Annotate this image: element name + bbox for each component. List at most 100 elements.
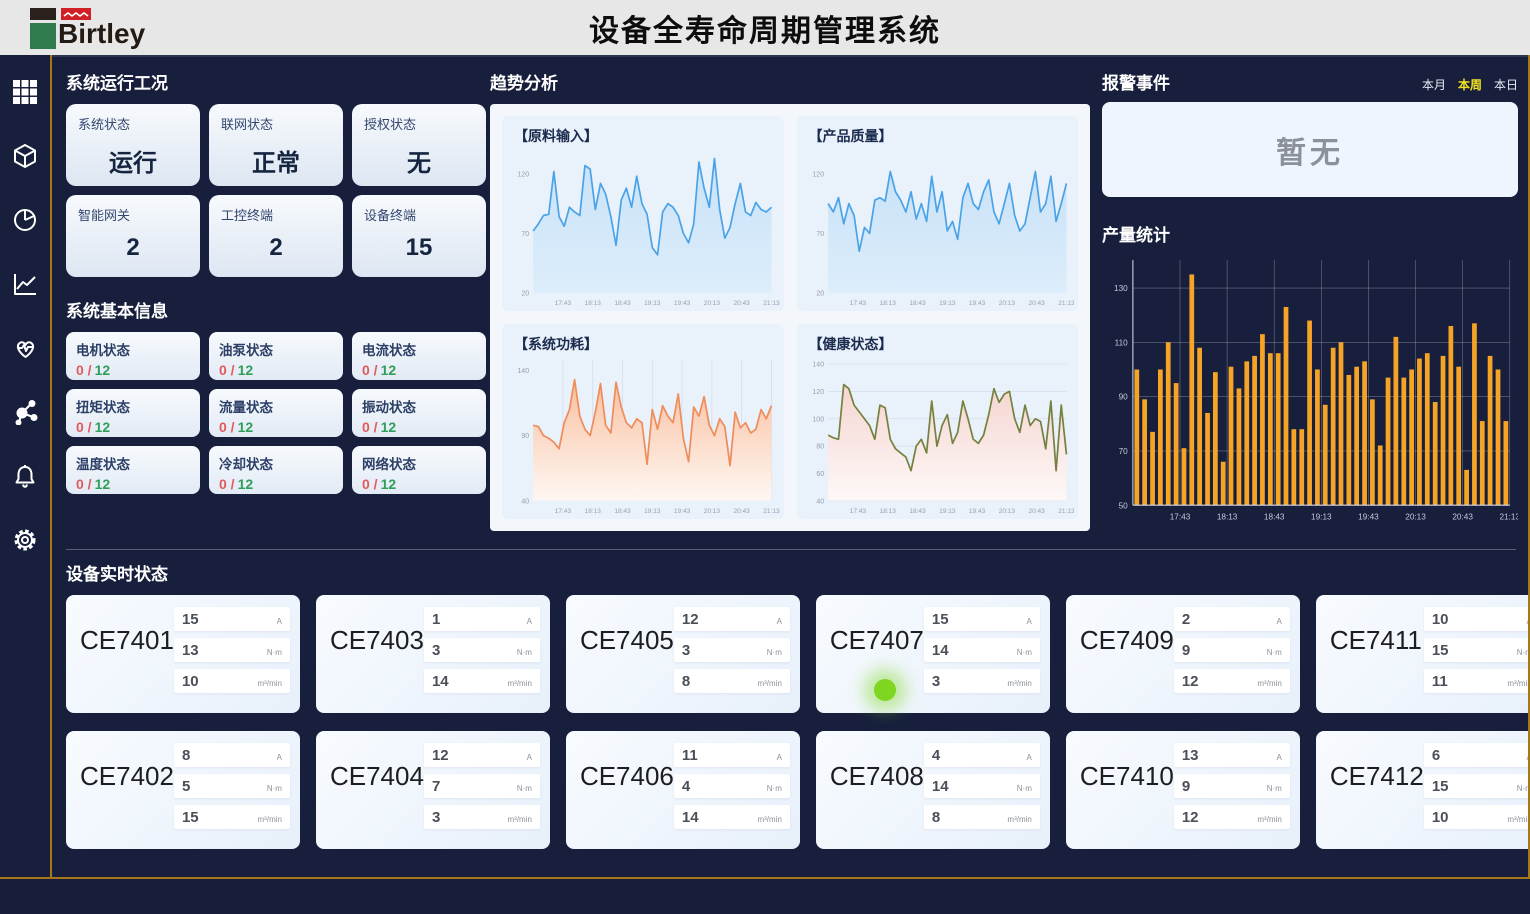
info-card-count: 0 /12 — [362, 362, 476, 378]
svg-text:120: 120 — [517, 171, 529, 178]
device-card[interactable]: CE7404 12A 7N·m 3m³/min — [316, 731, 550, 849]
sidebar-item-alarms[interactable] — [10, 461, 40, 491]
health-line-chart: 40608010012014017:4318:1318:4319:1319:43… — [801, 354, 1075, 517]
svg-text:17:43: 17:43 — [849, 300, 866, 307]
metric-value: 12 — [682, 611, 699, 628]
device-card[interactable]: CE7401 15A 13N·m 10m³/min — [66, 595, 300, 713]
info-count-total: 12 — [238, 419, 254, 435]
svg-text:20:43: 20:43 — [1452, 513, 1473, 522]
alarm-tab[interactable]: 本月 — [1422, 76, 1446, 93]
device-metric-row: 8m³/min — [674, 669, 790, 693]
info-count-total: 12 — [95, 362, 111, 378]
metric-value: 3 — [682, 642, 690, 659]
info-count-total: 12 — [381, 419, 397, 435]
device-card[interactable]: CE7412 6A 15N·m 10m³/min — [1316, 731, 1530, 849]
svg-text:20: 20 — [816, 290, 824, 297]
svg-text:20:13: 20:13 — [1405, 513, 1426, 522]
status-card-value: 15 — [364, 234, 474, 262]
device-card[interactable]: CE7408 4A 14N·m 8m³/min — [816, 731, 1050, 849]
info-card-label: 电机状态 — [76, 339, 190, 359]
product-quality-line-chart: 207012017:4318:1318:4319:1319:4320:1320:… — [801, 146, 1075, 309]
device-metric-row: 4N·m — [674, 774, 790, 798]
svg-text:20:13: 20:13 — [704, 508, 721, 515]
info-card-label: 振动状态 — [362, 396, 476, 416]
svg-text:19:13: 19:13 — [1311, 513, 1332, 522]
sidebar-item-trends[interactable] — [10, 269, 40, 299]
device-card[interactable]: CE7409 2A 9N·m 12m³/min — [1066, 595, 1300, 713]
device-name: CE7403 — [330, 625, 424, 703]
device-metric-row: 9N·m — [1174, 774, 1290, 798]
brand-logo: Birtley — [30, 5, 210, 51]
sidebar-item-health[interactable] — [10, 333, 40, 363]
metric-unit: A — [527, 617, 532, 626]
sidebar-item-statistics[interactable] — [10, 205, 40, 235]
info-count-current: 0 / — [76, 362, 92, 378]
status-card-label: 联网状态 — [221, 114, 331, 133]
info-card-label: 温度状态 — [76, 453, 190, 473]
info-card: 电机状态 0 /12 — [66, 332, 200, 380]
svg-text:50: 50 — [1119, 501, 1129, 510]
svg-text:20:13: 20:13 — [704, 300, 721, 307]
svg-text:100: 100 — [812, 416, 824, 423]
svg-text:18:13: 18:13 — [585, 508, 602, 515]
sidebar-item-settings[interactable] — [10, 525, 40, 555]
device-name: CE7402 — [80, 761, 174, 839]
device-card[interactable]: CE7405 12A 3N·m 8m³/min — [566, 595, 800, 713]
metric-unit: A — [1027, 753, 1032, 762]
info-card-label: 冷却状态 — [219, 453, 333, 473]
cube-icon — [12, 143, 38, 169]
info-count-total: 12 — [95, 419, 111, 435]
device-card[interactable]: CE7411 10A 15N·m 11m³/min — [1316, 595, 1530, 713]
gear-icon — [12, 527, 38, 553]
device-metric-row: 15A — [924, 607, 1040, 631]
svg-text:40: 40 — [521, 498, 529, 505]
metric-value: 13 — [1182, 747, 1199, 764]
section-alarms: 报警事件 本月 本周 本日 暂无 产量统计 50709011013017:431… — [1102, 69, 1518, 526]
device-card[interactable]: CE7406 11A 4N·m 14m³/min — [566, 731, 800, 849]
device-metric-row: 11A — [674, 743, 790, 767]
device-card[interactable]: CE7407 15A 14N·m 3m³/min — [816, 595, 1050, 713]
metric-value: 14 — [682, 809, 699, 826]
svg-text:18:43: 18:43 — [1264, 513, 1285, 522]
metric-unit: N·m — [517, 648, 532, 657]
device-card[interactable]: CE7402 8A 5N·m 15m³/min — [66, 731, 300, 849]
status-card-value: 2 — [221, 234, 331, 262]
brand-name: Birtley — [58, 18, 145, 50]
metric-unit: A — [777, 753, 782, 762]
device-card[interactable]: CE7403 1A 3N·m 14m³/min — [316, 595, 550, 713]
svg-text:60: 60 — [816, 471, 824, 478]
device-metric-row: 2A — [1174, 607, 1290, 631]
info-card: 网络状态 0 /12 — [352, 446, 486, 494]
device-metrics: 2A 9N·m 12m³/min — [1174, 607, 1290, 703]
svg-text:19:13: 19:13 — [644, 508, 661, 515]
metric-unit: N·m — [1017, 784, 1032, 793]
sidebar-item-topology[interactable] — [10, 397, 40, 427]
trend-chart-health: 【健康状态】 40608010012014017:4318:1318:4319:… — [797, 324, 1079, 519]
device-metric-row: 13A — [1174, 743, 1290, 767]
device-metric-row: 7N·m — [424, 774, 540, 798]
section-title: 报警事件 — [1102, 69, 1170, 94]
chart-title: 【产品质量】 — [809, 126, 1075, 146]
info-count-total: 12 — [95, 476, 111, 492]
device-metric-row: 14m³/min — [674, 805, 790, 829]
status-card: 联网状态 正常 — [209, 104, 343, 186]
metric-unit: m³/min — [258, 815, 282, 824]
alarm-period-tabs: 本月 本周 本日 — [1422, 76, 1518, 93]
metric-value: 12 — [1182, 673, 1199, 690]
alarm-tab[interactable]: 本日 — [1494, 76, 1518, 93]
device-name: CE7406 — [580, 761, 674, 839]
info-count-current: 0 / — [219, 362, 235, 378]
section-title: 系统运行工况 — [66, 69, 486, 94]
info-card-label: 流量状态 — [219, 396, 333, 416]
metric-value: 9 — [1182, 778, 1190, 795]
device-metric-row: 12m³/min — [1174, 805, 1290, 829]
sidebar-item-apps[interactable] — [10, 77, 40, 107]
alarm-tab[interactable]: 本周 — [1458, 76, 1482, 93]
svg-text:80: 80 — [816, 444, 824, 451]
trend-chart-product-quality: 【产品质量】 207012017:4318:1318:4319:1319:432… — [797, 116, 1079, 311]
device-metrics: 13A 9N·m 12m³/min — [1174, 743, 1290, 839]
sidebar-item-model[interactable] — [10, 141, 40, 171]
device-card[interactable]: CE7410 13A 9N·m 12m³/min — [1066, 731, 1300, 849]
device-metric-row: 10m³/min — [1424, 805, 1530, 829]
molecule-icon — [12, 399, 38, 425]
